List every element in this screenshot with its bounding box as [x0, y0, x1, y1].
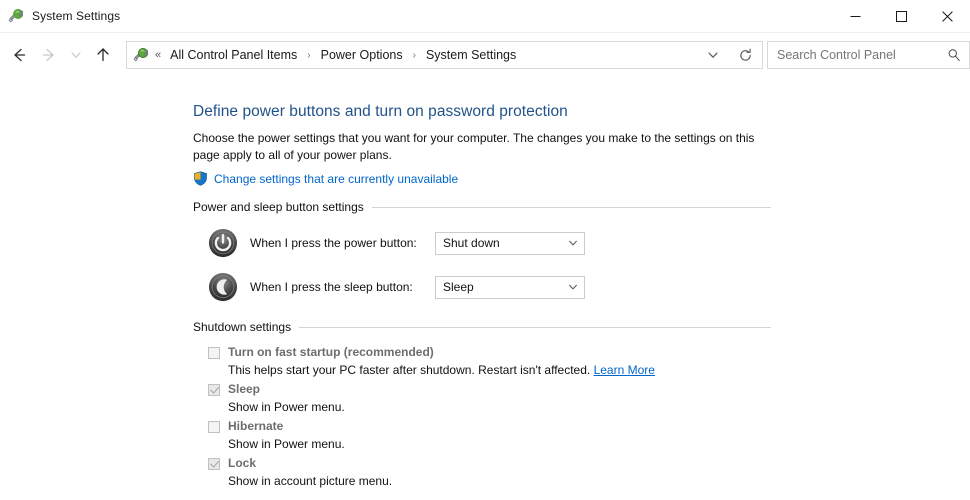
power-options-icon	[133, 48, 149, 62]
section-divider	[371, 206, 771, 208]
uac-link-row[interactable]: Change settings that are currently unava…	[193, 171, 970, 186]
up-arrow-icon	[97, 48, 109, 62]
lock-description: Show in account picture menu.	[228, 474, 393, 488]
search-icon	[948, 49, 960, 61]
list-item[interactable]: Hibernate	[208, 419, 970, 434]
power-options-icon	[8, 9, 24, 23]
power-button-dropdown[interactable]: Shut down	[435, 231, 585, 255]
hibernate-label: Hibernate	[228, 419, 284, 433]
lock-label: Lock	[228, 456, 257, 470]
search-box[interactable]	[767, 41, 970, 69]
shutdown-section-heading: Shutdown settings	[193, 320, 292, 334]
chevron-down-icon[interactable]	[562, 281, 584, 293]
section-header: Shutdown settings	[193, 320, 771, 334]
sleep-button-setting-row: When I press the sleep button: Sleep	[193, 272, 970, 302]
power-button-setting-row: When I press the power button: Shut down	[193, 228, 970, 258]
breadcrumb-separator[interactable]: ›	[299, 50, 318, 61]
shield-icon	[194, 171, 207, 186]
fast-startup-label: Turn on fast startup (recommended)	[228, 345, 434, 359]
fast-startup-description: This helps start your PC faster after sh…	[208, 362, 970, 378]
window-title: System Settings	[32, 9, 121, 23]
close-icon	[941, 10, 953, 22]
power-button-label: When I press the power button:	[250, 236, 417, 250]
shutdown-settings-section: Shutdown settings Turn on fast startup (…	[193, 320, 970, 489]
learn-more-link[interactable]: Learn More	[594, 363, 655, 377]
refresh-button[interactable]	[728, 42, 762, 68]
navigation-bar: « All Control Panel Items › Power Option…	[0, 33, 970, 77]
forward-button[interactable]	[34, 40, 64, 70]
back-arrow-icon	[14, 48, 26, 62]
sleep-checkbox[interactable]	[208, 384, 220, 396]
list-item[interactable]: Turn on fast startup (recommended)	[208, 345, 970, 360]
fast-startup-checkbox[interactable]	[208, 347, 220, 359]
content-pane: Define power buttons and turn on passwor…	[0, 77, 970, 489]
search-button[interactable]	[939, 48, 969, 62]
forward-arrow-icon	[42, 48, 54, 62]
fast-startup-description-text: This helps start your PC faster after sh…	[228, 363, 591, 377]
shutdown-options-list: Turn on fast startup (recommended) This …	[193, 345, 970, 489]
page-title: Define power buttons and turn on passwor…	[193, 103, 568, 120]
section-header: Power and sleep button settings	[193, 200, 771, 214]
hibernate-checkbox[interactable]	[208, 421, 220, 433]
sleep-label: Sleep	[228, 382, 261, 396]
window-controls	[832, 0, 970, 32]
list-item[interactable]: Lock	[208, 456, 970, 471]
up-button[interactable]	[88, 40, 118, 70]
recent-locations-button[interactable]	[64, 40, 88, 70]
back-button[interactable]	[4, 40, 34, 70]
address-dropdown-button[interactable]	[698, 42, 728, 68]
breadcrumb-separator[interactable]: ›	[405, 50, 424, 61]
sleep-button-dropdown[interactable]: Sleep	[435, 275, 585, 299]
chevron-down-icon	[71, 52, 81, 58]
sleep-description: Show in Power menu.	[228, 400, 345, 414]
breadcrumb-item-all-control-panel-items[interactable]: All Control Panel Items	[168, 45, 299, 65]
page-description: Choose the power settings that you want …	[193, 131, 755, 162]
address-bar[interactable]: « All Control Panel Items › Power Option…	[126, 41, 763, 69]
hibernate-description: Show in Power menu.	[228, 437, 345, 451]
minimize-icon	[850, 15, 860, 17]
breadcrumb-item-system-settings[interactable]: System Settings	[424, 45, 518, 65]
list-item[interactable]: Sleep	[208, 382, 970, 397]
power-button-icon	[208, 228, 238, 258]
section-divider	[299, 326, 771, 328]
chevron-down-icon	[708, 52, 718, 58]
power-and-sleep-section: Power and sleep button settings When I p…	[193, 200, 970, 302]
breadcrumb-overflow-icon[interactable]: «	[155, 49, 161, 61]
minimize-button[interactable]	[832, 0, 878, 32]
breadcrumb-item-power-options[interactable]: Power Options	[319, 45, 405, 65]
maximize-button[interactable]	[878, 0, 924, 32]
sleep-button-dropdown-value: Sleep	[443, 280, 474, 294]
chevron-down-icon[interactable]	[562, 237, 584, 249]
change-settings-link[interactable]: Change settings that are currently unava…	[214, 172, 458, 186]
sleep-button-label: When I press the sleep button:	[250, 280, 413, 294]
refresh-icon	[739, 48, 751, 61]
title-bar: System Settings	[0, 0, 970, 33]
close-button[interactable]	[924, 0, 970, 32]
lock-checkbox[interactable]	[208, 458, 220, 470]
sleep-button-icon	[208, 272, 238, 302]
power-section-heading: Power and sleep button settings	[193, 200, 364, 214]
power-button-dropdown-value: Shut down	[443, 236, 500, 250]
maximize-icon	[895, 10, 907, 22]
search-input[interactable]	[768, 47, 939, 63]
